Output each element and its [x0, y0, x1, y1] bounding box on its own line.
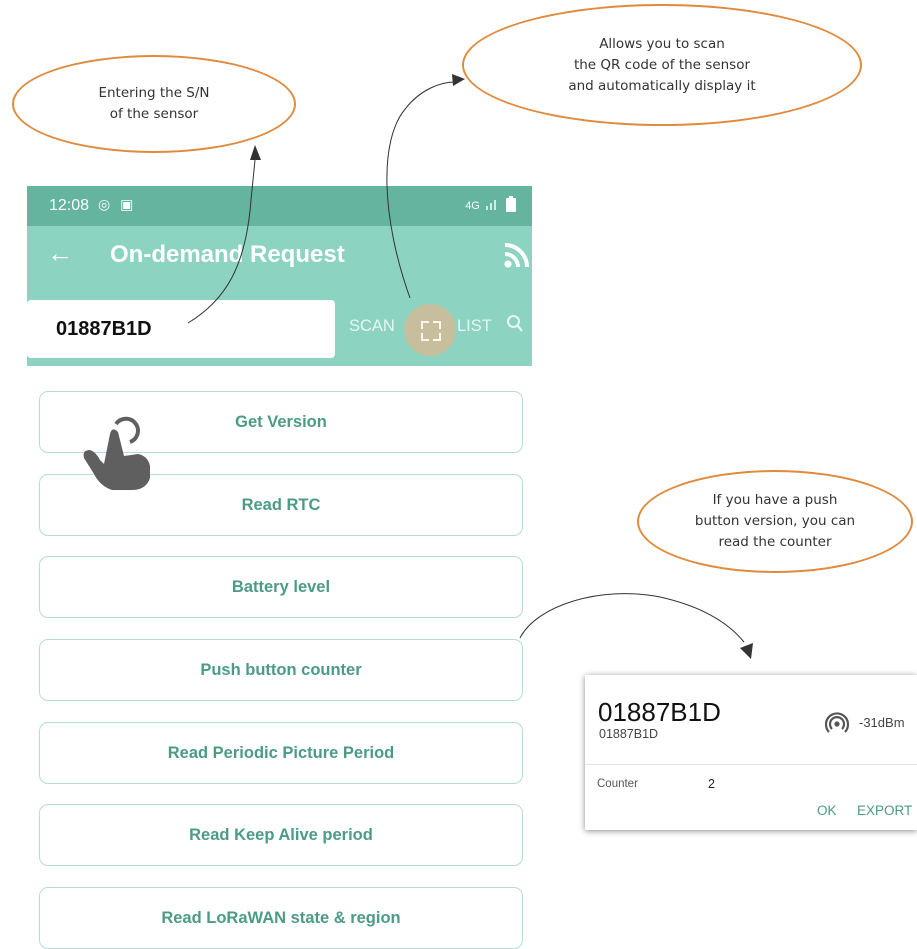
list-button[interactable]: LIST — [457, 317, 492, 336]
battery-level-button[interactable]: Battery level — [39, 556, 523, 618]
serial-number-input[interactable] — [27, 300, 335, 358]
battery-icon — [506, 196, 516, 212]
signal-icon — [485, 200, 496, 210]
callout-serial-text: Entering the S/N of the sensor — [98, 85, 210, 122]
scan-button[interactable]: SCAN — [349, 317, 395, 336]
notification-icons: ◎ ▣ — [98, 196, 137, 212]
search-icon[interactable] — [506, 314, 524, 334]
rssi-value: -31dBm — [859, 715, 905, 730]
app-bar: ← On-demand Request — [27, 226, 532, 284]
dialog-title: 01887B1D — [598, 697, 721, 727]
counter-label: Counter — [597, 778, 638, 790]
result-dialog: 01887B1D 01887B1D -31dBm Counter 2 OK EX… — [585, 675, 917, 830]
phone-screen: 12:08 ◎ ▣ 4G ← On-demand Request SCAN — [27, 186, 532, 949]
callout-push-text: If you have a push button version, you c… — [694, 492, 856, 550]
read-lorawan-state-button[interactable]: Read LoRaWAN state & region — [39, 887, 523, 949]
push-button-counter-button[interactable]: Push button counter — [39, 639, 523, 701]
callout-push-counter: If you have a push button version, you c… — [637, 470, 913, 573]
callout-qr-scan: Allows you to scan the QR code of the se… — [462, 4, 862, 126]
dialog-subtitle: 01887B1D — [599, 727, 659, 741]
search-bar: SCAN LIST — [27, 284, 532, 366]
pointing-hand-icon — [83, 416, 150, 490]
rss-icon[interactable] — [504, 242, 530, 268]
read-periodic-picture-period-button[interactable]: Read Periodic Picture Period — [39, 722, 523, 784]
status-bar: 12:08 ◎ ▣ 4G — [27, 186, 532, 226]
status-time: 12:08 — [49, 197, 90, 214]
status-right: 4G — [465, 196, 516, 212]
rssi-icon — [825, 712, 849, 733]
ok-button[interactable]: OK — [817, 803, 837, 818]
page-title: On-demand Request — [110, 241, 345, 268]
read-keep-alive-period-button[interactable]: Read Keep Alive period — [39, 804, 523, 866]
counter-value: 2 — [708, 777, 715, 791]
arrowhead-serial — [250, 145, 261, 160]
arrowhead-qr — [452, 74, 465, 86]
dialog-divider — [585, 764, 917, 765]
arrowhead-dialog — [740, 643, 753, 659]
callout-serial-number: Entering the S/N of the sensor — [12, 55, 296, 153]
callout-qr-text: Allows you to scan the QR code of the se… — [568, 35, 756, 94]
back-arrow-icon[interactable]: ← — [47, 238, 73, 268]
network-type: 4G — [465, 200, 480, 212]
arrow-to-dialog — [519, 593, 745, 643]
export-button[interactable]: EXPORT — [857, 803, 912, 818]
qr-scan-icon[interactable] — [404, 304, 456, 356]
